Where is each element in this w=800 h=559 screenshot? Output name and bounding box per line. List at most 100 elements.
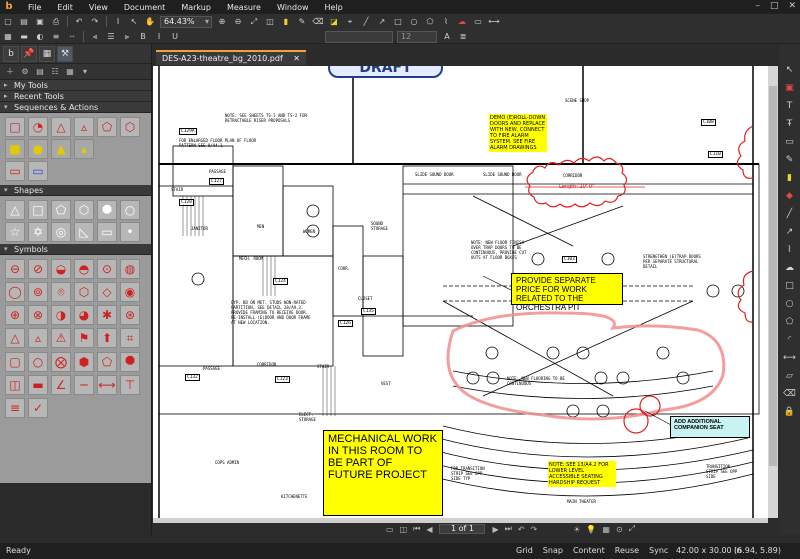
symbol-dimension-icon[interactable]: ⟷ xyxy=(97,374,117,395)
polygon-tool-icon[interactable]: ⬠ xyxy=(783,316,797,328)
opacity-icon[interactable]: ◐ xyxy=(34,31,46,42)
open-folder-icon[interactable]: ▤ xyxy=(18,16,30,27)
line-style-icon[interactable]: ┄ xyxy=(66,31,78,42)
new-file-icon[interactable]: ▢ xyxy=(2,16,14,27)
menu-document[interactable]: Document xyxy=(116,3,173,12)
symbol-triangle-icon[interactable]: △ xyxy=(5,328,25,349)
underline-icon[interactable]: U xyxy=(169,31,181,42)
symbol-line-icon[interactable]: ─ xyxy=(74,374,94,395)
tool-square-icon[interactable]: □ xyxy=(5,117,25,137)
line-color-icon[interactable]: ▬ xyxy=(18,31,30,42)
polyline-icon[interactable]: ⌇ xyxy=(440,16,452,27)
area-tool-icon[interactable]: ▱ xyxy=(783,370,797,382)
align-right-icon[interactable]: ⫸ xyxy=(121,31,133,42)
polygon-icon[interactable]: ⬠ xyxy=(424,16,436,27)
highlight-icon[interactable]: ▮ xyxy=(280,16,292,27)
symbol-circle-icon[interactable]: ○ xyxy=(28,351,48,372)
symbol-elevation-icon[interactable]: ◒ xyxy=(51,259,71,279)
symbol-angle-icon[interactable]: ∠ xyxy=(51,374,71,395)
stamp-icon[interactable]: ⌖ xyxy=(344,16,356,27)
shape-dot-icon[interactable]: • xyxy=(120,222,140,242)
tool-circle-icon[interactable]: ◔ xyxy=(28,117,48,137)
symbol-callout-icon[interactable]: ⊙ xyxy=(97,259,117,279)
symbol-door-tag-icon[interactable]: ⊚ xyxy=(28,282,48,303)
arc-tool-icon[interactable]: ◜ xyxy=(783,334,797,346)
view-mode-icon[interactable]: ▭ xyxy=(386,525,394,534)
tool-yellow-square-icon[interactable]: ■ xyxy=(5,139,25,159)
shape-bar-icon[interactable]: ▭ xyxy=(97,222,117,242)
text-color-icon[interactable]: A xyxy=(441,31,453,42)
tool-triangle-icon[interactable]: △ xyxy=(51,117,71,137)
rectangle-tool-icon[interactable]: □ xyxy=(783,280,797,292)
menu-help[interactable]: Help xyxy=(317,3,351,12)
align-center-icon[interactable]: ☰ xyxy=(105,31,117,42)
zoom-input[interactable]: 64.43% xyxy=(160,15,212,28)
sun-icon[interactable]: ☀ xyxy=(573,525,580,534)
symbol-bar-icon[interactable]: ▬ xyxy=(28,374,48,395)
symbol-half-icon[interactable]: ◑ xyxy=(51,305,71,326)
text-box-tool-icon[interactable]: T xyxy=(783,100,797,112)
polyline-tool-icon[interactable]: ⌇ xyxy=(783,244,797,256)
shape-circle-icon[interactable]: ○ xyxy=(120,200,140,220)
shape-hexagon-icon[interactable]: ⬡ xyxy=(74,200,94,220)
symbol-star-icon[interactable]: ✱ xyxy=(97,305,117,326)
eraser-icon[interactable]: ⌫ xyxy=(312,16,324,27)
section-symbols[interactable]: ▾ Symbols xyxy=(0,244,151,255)
folder-icon[interactable]: ▤ xyxy=(34,66,46,77)
forward-icon[interactable]: ↷ xyxy=(531,525,538,534)
section-recent-tools[interactable]: ▸ Recent Tools xyxy=(0,91,151,102)
select-icon[interactable]: ↖ xyxy=(128,16,140,27)
section-sequences[interactable]: ▾ Sequences & Actions xyxy=(0,102,151,113)
maximize-icon[interactable]: □ xyxy=(770,1,779,11)
select-tool-icon[interactable]: ↖ xyxy=(783,64,797,76)
fit-icon[interactable]: ⤢ xyxy=(629,524,635,534)
symbol-plus-icon[interactable]: ⊕ xyxy=(5,305,25,326)
pen-icon[interactable]: ✎ xyxy=(296,16,308,27)
italic-icon[interactable]: I xyxy=(153,31,165,42)
add-tool-icon[interactable]: ＋ xyxy=(4,66,16,77)
symbol-marker-icon[interactable]: ◓ xyxy=(74,259,94,279)
marker-tool-icon[interactable]: ◆ xyxy=(783,190,797,202)
symbol-keynote-icon[interactable]: ◫ xyxy=(5,374,25,395)
section-shapes[interactable]: ▾ Shapes xyxy=(0,185,151,196)
symbol-hex-tag-icon[interactable]: ⬡ xyxy=(74,282,94,303)
tool-hexagon-icon[interactable]: ⬡ xyxy=(120,117,140,137)
grid-icon[interactable]: ▦ xyxy=(602,525,610,534)
pan-hand-icon[interactable]: ✋ xyxy=(144,16,156,27)
target-icon[interactable]: ⊙ xyxy=(616,525,623,534)
font-size-select[interactable]: 12 xyxy=(397,30,437,43)
symbol-cross-circle-icon[interactable]: ⨂ xyxy=(51,351,71,372)
line-width-icon[interactable]: ≡ xyxy=(50,31,62,42)
section-my-tools[interactable]: ▸ My Tools xyxy=(0,80,151,91)
document-tab[interactable]: DES-A23-theatre_bg_2010.pdf ✕ xyxy=(156,50,306,65)
tool-yellow-triangle-icon[interactable]: ▲ xyxy=(51,139,71,159)
close-tab-icon[interactable]: ✕ xyxy=(293,54,300,63)
close-icon[interactable]: ✕ xyxy=(788,1,796,11)
pencil-tool-icon[interactable]: ✎ xyxy=(783,154,797,166)
last-page-icon[interactable]: ⏭ xyxy=(505,524,512,534)
eraser-tool-icon[interactable]: ⌫ xyxy=(783,388,797,400)
symbol-square-icon[interactable]: ▢ xyxy=(5,351,25,372)
symbol-check-icon[interactable]: ✓ xyxy=(28,397,48,418)
font-family-select[interactable] xyxy=(325,30,393,43)
symbol-cross-icon[interactable]: ⊗ xyxy=(28,305,48,326)
tool-red-label-icon[interactable]: ▭ xyxy=(5,161,25,181)
split-view-icon[interactable]: ◫ xyxy=(400,525,408,534)
align-left-icon[interactable]: ⫷ xyxy=(89,31,101,42)
document-viewer[interactable]: DRAFT DEMO (E)ROLL-DOWN DOORS AND REPLAC… xyxy=(153,66,768,518)
menu-view[interactable]: View xyxy=(81,3,116,12)
shape-pentagon-icon[interactable]: ⬠ xyxy=(51,200,71,220)
symbol-octagon-icon[interactable]: ⯃ xyxy=(120,351,140,372)
symbol-equals-icon[interactable]: ≡ xyxy=(5,397,25,418)
symbol-dot-icon[interactable]: ⊛ xyxy=(120,305,140,326)
symbol-quarter-icon[interactable]: ◕ xyxy=(74,305,94,326)
tab-tool-chest-icon[interactable]: ⚒ xyxy=(57,45,73,62)
typewriter-tool-icon[interactable]: Ŧ xyxy=(783,118,797,130)
symbol-pentagon-icon[interactable]: ⬠ xyxy=(97,351,117,372)
zoom-in-icon[interactable]: ⊕ xyxy=(216,16,228,27)
status-content-toggle[interactable]: Content xyxy=(573,546,605,555)
undo-icon[interactable]: ↶ xyxy=(73,16,85,27)
symbol-north-icon[interactable]: ⬆ xyxy=(97,328,117,349)
menu-edit[interactable]: Edit xyxy=(49,3,81,12)
first-page-icon[interactable]: ⏮ xyxy=(413,524,420,534)
